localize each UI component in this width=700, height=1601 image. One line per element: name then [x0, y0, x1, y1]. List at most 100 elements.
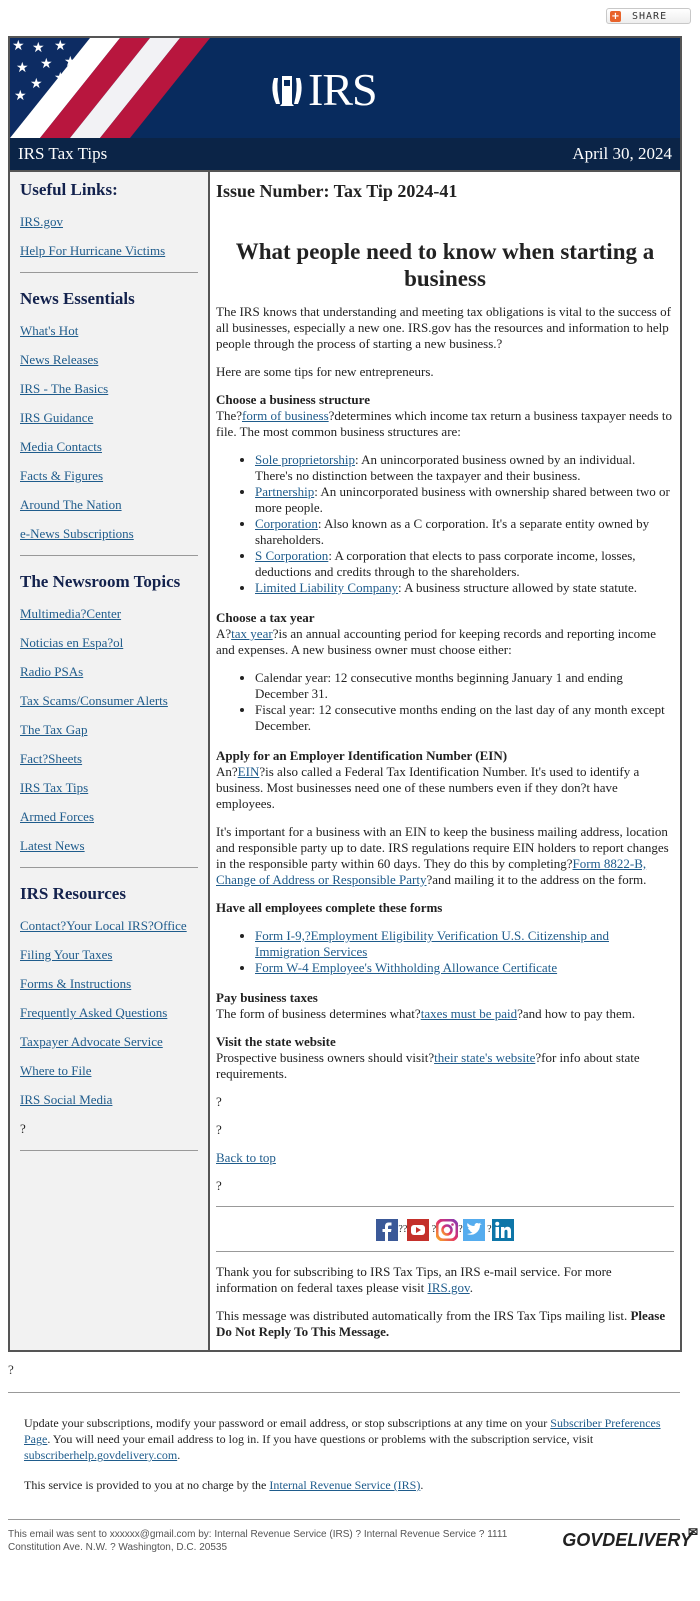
sidebar-link[interactable]: Media Contacts — [20, 439, 198, 455]
irs-logo: IRS — [268, 67, 378, 113]
sidebar-link[interactable]: Taxpayer Advocate Service — [20, 1034, 198, 1050]
list-item: Partnership: An unincorporated business … — [255, 484, 674, 516]
sidebar-link[interactable]: IRS Guidance — [20, 410, 198, 426]
text: An? — [216, 764, 238, 779]
section-heading: Have all employees complete these forms — [216, 900, 443, 915]
placeholder-char: ? — [8, 1362, 14, 1377]
sidebar-link[interactable]: News Releases — [20, 352, 198, 368]
sidebar-link[interactable]: Tax Scams/Consumer Alerts — [20, 693, 198, 709]
section-heading: Pay business taxes — [216, 990, 318, 1005]
form-i9-link[interactable]: Form I-9,?Employment Eligibility Verific… — [255, 928, 609, 959]
thanks-paragraph: Thank you for subscribing to IRS Tax Tip… — [216, 1264, 674, 1296]
subscriber-help-link[interactable]: subscriberhelp.govdelivery.com — [24, 1448, 177, 1462]
instagram-icon[interactable] — [435, 1218, 459, 1242]
banner: ★ ★ ★ ★ ★ ★ ★ ★ ★ ★ ★ ★ IRS — [10, 38, 680, 138]
sidebar-link[interactable]: Radio PSAs — [20, 664, 198, 680]
taxes-must-be-paid-link[interactable]: taxes must be paid — [421, 1006, 517, 1021]
sidebar-heading: The Newsroom Topics — [20, 572, 181, 591]
text: . You will need your email address to lo… — [47, 1432, 594, 1446]
state-website-link[interactable]: their state's website — [434, 1050, 535, 1065]
sidebar-link[interactable]: Noticias en Espa?ol — [20, 635, 198, 651]
sidebar-link[interactable]: The Tax Gap — [20, 722, 198, 738]
service-paragraph: This service is provided to you at no ch… — [24, 1477, 676, 1493]
list-link[interactable]: S Corporation — [255, 548, 328, 563]
article-headline: What people need to know when starting a… — [235, 239, 655, 291]
sidebar-link[interactable]: Filing Your Taxes — [20, 947, 198, 963]
sidebar-link[interactable]: Multimedia?Center — [20, 606, 198, 622]
list-item: Form I-9,?Employment Eligibility Verific… — [255, 928, 674, 960]
newsletter-name: IRS Tax Tips — [18, 144, 108, 163]
text: Update your subscriptions, modify your p… — [24, 1416, 551, 1430]
section-heading: Visit the state website — [216, 1034, 336, 1049]
sidebar-link[interactable]: Forms & Instructions — [20, 976, 198, 992]
sidebar-link[interactable]: IRS.gov — [20, 214, 198, 230]
sidebar-link[interactable]: IRS Social Media — [20, 1092, 198, 1108]
form-of-business-link[interactable]: form of business — [242, 408, 329, 423]
divider — [20, 1150, 198, 1151]
list-link[interactable]: Sole proprietorship — [255, 452, 355, 467]
list-link[interactable]: Partnership — [255, 484, 314, 499]
divider — [216, 1206, 674, 1207]
text: ?is also called a Federal Tax Identifica… — [216, 764, 640, 811]
body-columns: Useful Links: IRS.gov Help For Hurricane… — [10, 172, 680, 1350]
svg-text:★: ★ — [30, 76, 43, 92]
intro-paragraph: The IRS knows that understanding and mee… — [216, 304, 671, 351]
twitter-icon[interactable] — [462, 1219, 485, 1241]
irs-eagle-icon — [272, 76, 302, 106]
list-link[interactable]: Corporation — [255, 516, 318, 531]
sidebar-link[interactable]: Around The Nation — [20, 497, 198, 513]
sidebar-link[interactable]: Latest News — [20, 838, 198, 854]
list-item: Form W-4 Employee's Withholding Allowanc… — [255, 960, 674, 976]
text: . — [469, 1280, 473, 1295]
irs-gov-link[interactable]: IRS.gov — [428, 1280, 470, 1295]
issue-number: Issue Number: Tax Tip 2024-41 — [216, 181, 458, 201]
govdelivery-text: GOVDELIVERY — [562, 1530, 692, 1550]
sidebar-link[interactable]: Frequently Asked Questions — [20, 1005, 198, 1021]
divider — [20, 555, 198, 556]
text: The form of business determines what? — [216, 1006, 421, 1021]
sidebar-link[interactable]: Where to File — [20, 1063, 198, 1079]
divider — [20, 867, 198, 868]
placeholder-char: ? — [216, 1094, 222, 1109]
form-w4-link[interactable]: Form W-4 Employee's Withholding Allowanc… — [255, 960, 557, 975]
svg-text:★: ★ — [96, 38, 109, 54]
placeholder-char: ?? — [398, 1224, 408, 1235]
text: Prospective business owners should visit… — [216, 1050, 435, 1065]
sidebar-link[interactable]: e-News Subscriptions — [20, 526, 198, 542]
list-item: Calendar year: 12 consecutive months beg… — [255, 670, 674, 702]
section-heading: Apply for an Employer Identification Num… — [216, 748, 508, 763]
linkedin-icon[interactable] — [491, 1219, 514, 1241]
facebook-icon[interactable] — [376, 1219, 399, 1241]
sidebar: Useful Links: IRS.gov Help For Hurricane… — [10, 172, 210, 1350]
sidebar-link[interactable]: Fact?Sheets — [20, 751, 198, 767]
sidebar-link[interactable]: Help For Hurricane Victims — [20, 243, 198, 259]
sidebar-link[interactable]: IRS - The Basics — [20, 381, 198, 397]
tips-intro: Here are some tips for new entrepreneurs… — [216, 364, 434, 379]
sidebar-heading: News Essentials — [20, 289, 135, 308]
placeholder-char: ? — [216, 1178, 222, 1193]
svg-text:★: ★ — [40, 56, 53, 72]
tax-year-list: Calendar year: 12 consecutive months beg… — [216, 670, 674, 734]
back-to-top-link[interactable]: Back to top — [216, 1150, 276, 1165]
sidebar-link[interactable]: Armed Forces — [20, 809, 198, 825]
placeholder-char: ? — [20, 1121, 26, 1136]
sidebar-link[interactable]: Contact?Your Local IRS?Office — [20, 918, 198, 934]
youtube-icon[interactable] — [407, 1219, 430, 1241]
sidebar-section-news-essentials: News Essentials What's Hot News Releases… — [20, 289, 198, 542]
flag-graphic: ★ ★ ★ ★ ★ ★ ★ ★ ★ ★★ ★ — [10, 38, 210, 138]
list-link[interactable]: Limited Liability Company — [255, 580, 398, 595]
sidebar-link[interactable]: IRS Tax Tips — [20, 780, 198, 796]
share-button[interactable]: + SHARE — [606, 8, 691, 24]
sidebar-section-irs-resources: IRS Resources Contact?Your Local IRS?Off… — [20, 884, 198, 1137]
irs-link[interactable]: Internal Revenue Service (IRS) — [269, 1478, 420, 1492]
share-bar: + SHARE — [0, 0, 700, 36]
tax-year-link[interactable]: tax year — [231, 626, 273, 641]
sidebar-link[interactable]: Facts & Figures — [20, 468, 198, 484]
text: The? — [216, 408, 242, 423]
sidebar-link[interactable]: What's Hot — [20, 323, 198, 339]
svg-text:★: ★ — [54, 70, 67, 86]
list-item: Sole proprietorship: An unincorporated b… — [255, 452, 674, 484]
ein-link[interactable]: EIN — [238, 764, 260, 779]
title-bar: IRS Tax Tips April 30, 2024 — [10, 138, 680, 172]
section-pay-taxes: Pay business taxes The form of business … — [216, 990, 674, 1022]
